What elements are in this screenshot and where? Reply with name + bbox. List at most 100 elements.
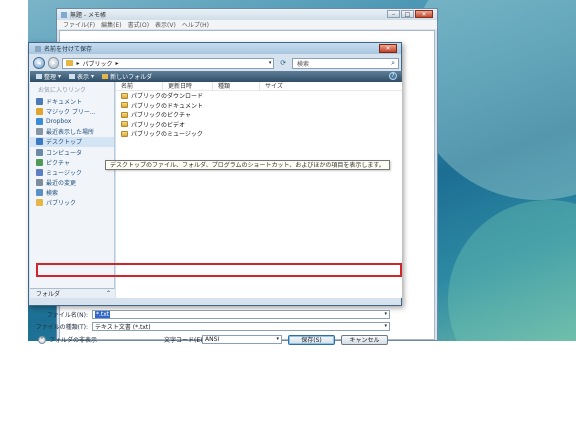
sidebar-item[interactable]: 検索 [30,188,114,198]
folder-icon [121,111,128,118]
sidebar-item[interactable]: Dropbox [30,116,114,126]
new-folder-button[interactable]: 新しいフォルダ [102,72,152,81]
folder-icon [121,121,128,128]
chevron-up-icon: ⌃ [105,290,111,297]
organize-icon [36,74,42,79]
folder-icon [121,92,128,99]
sidebar-item[interactable]: 最近表示した場所 [30,127,114,137]
help-icon[interactable]: ? [389,72,397,80]
address-bar[interactable]: ▸ パブリック ▸ ▾ [62,57,275,69]
cancel-button[interactable]: キャンセル [341,334,388,345]
chevron-up-icon: ⌃ [38,335,46,344]
address-separator: ▸ [76,59,80,67]
link-icon [36,128,43,136]
folders-toggle[interactable]: フォルダ ⌃ [30,288,115,298]
link-icon [36,189,43,197]
maximize-button[interactable]: □ [401,10,414,18]
link-icon [36,107,43,115]
list-item-label: パブリックのピクチャ [131,112,191,120]
column-header-modified[interactable]: 更新日時 [163,81,213,91]
sidebar-item-label: パブリック [46,200,77,208]
organize-button[interactable]: 整理 ▾ [36,72,61,81]
column-header-name[interactable]: 名前 [116,81,163,91]
chevron-down-icon[interactable]: ▾ [269,60,272,66]
forward-button[interactable]: ▸ [47,57,60,69]
wallpaper-swirl [448,200,576,341]
encoding-label: 文字コード(E): [164,337,205,344]
column-headers: 名前 更新日時 種類 サイズ [116,81,402,91]
filename-input[interactable]: *.txt ▾ [92,310,390,319]
chevron-down-icon[interactable]: ▾ [384,323,387,329]
sidebar-item-label: ピクチャ [46,159,70,167]
back-button[interactable]: ◂ [33,57,45,69]
folders-label: フォルダ [36,291,61,298]
new-folder-label: 新しいフォルダ [110,74,153,81]
chevron-down-icon[interactable]: ▾ [384,311,387,317]
file-list: パブリックのダウンロード パブリックのドキュメント パブリックのピクチャ パブリックの… [116,91,402,139]
chevron-down-icon[interactable]: ▾ [276,336,279,342]
notepad-title: 無題 - メモ帳 [70,12,106,19]
menu-edit[interactable]: 編集(E) [101,20,121,29]
sidebar-item[interactable]: ピクチャ [30,157,114,167]
link-icon [36,158,43,166]
list-item[interactable]: パブリックのミュージック [116,129,402,139]
sidebar-item[interactable]: ミュージック [30,167,114,177]
search-input[interactable]: 検索 ⌕ [291,57,399,69]
sidebar-item-label: 最近の変更 [46,180,77,188]
sidebar-item[interactable]: マジック ブリー... [30,106,114,116]
save-icon [35,45,41,52]
sidebar-item-label: 最近表示した場所 [46,129,95,137]
link-icon [36,138,43,146]
menu-file[interactable]: ファイル(F) [63,20,95,29]
search-placeholder: 検索 [296,60,309,68]
sidebar-item-label: ミュージック [46,169,82,177]
address-path[interactable]: パブリック [82,59,112,68]
sidebar-item-label: ドキュメント [46,98,83,106]
link-icon [36,117,43,125]
sidebar-item[interactable]: コンピュータ [30,147,114,157]
favorite-links-list: ドキュメントマジック ブリー... Dropbox 最近表示した場所 デスクトップ コン… [30,96,114,208]
search-icon[interactable]: ⌕ [391,59,395,68]
filetype-value: テキスト文書 (*.txt) [95,324,151,331]
list-item-label: パブリックのドキュメント [131,102,204,110]
folder-icon [121,102,128,109]
list-item[interactable]: パブリックのダウンロード [116,91,402,101]
dialog-close-button[interactable]: ✕ [379,44,397,53]
menu-view[interactable]: 表示(V) [155,20,176,29]
link-icon [36,179,43,187]
hide-folders-label: フォルダの非表示 [49,337,98,344]
list-item[interactable]: パブリックのピクチャ [116,110,402,120]
close-button[interactable]: ✕ [415,10,433,18]
refresh-icon[interactable]: ⟳ [277,58,289,69]
menu-help[interactable]: ヘルプ(H) [182,20,209,29]
sidebar-item[interactable]: デスクトップ [30,136,114,147]
organize-label: 整理 [44,74,57,81]
tooltip: デスクトップのファイル、フォルダ、プログラムのショートカット、およびほかの項目を… [105,160,390,170]
folder-icon [121,130,128,137]
new-folder-icon [102,74,109,79]
views-button[interactable]: 表示 ▾ [69,72,94,81]
sidebar-item[interactable]: 最近の変更 [30,178,114,188]
favorite-links-heading: お気に入りリンク [38,87,87,94]
save-button[interactable]: 保存(S) [288,334,335,345]
list-item[interactable]: パブリックのビデオ [116,120,402,130]
menu-format[interactable]: 書式(O) [128,20,149,29]
dialog-footer: ⌃ フォルダの非表示 文字コード(E): ANSI ▾ 保存(S) キャンセル [30,334,402,345]
list-item[interactable]: パブリックのドキュメント [116,101,402,111]
encoding-select[interactable]: ANSI ▾ [202,335,282,344]
hide-folders-button[interactable]: ⌃ フォルダの非表示 [38,335,97,344]
sidebar-item-label: マジック ブリー... [46,108,96,116]
sidebar-item-label: Dropbox [46,117,72,125]
filetype-row: ファイルの種類(T): テキスト文書 (*.txt) ▾ [30,321,402,332]
column-header-size[interactable]: サイズ [260,82,305,91]
sidebar-item-label: デスクトップ [46,139,83,147]
filename-value: *.txt [95,311,111,318]
link-icon [36,148,43,156]
column-header-type[interactable]: 種類 [213,81,260,91]
filetype-select[interactable]: テキスト文書 (*.txt) ▾ [92,322,390,331]
sidebar-item[interactable]: ドキュメント [30,96,114,106]
minimize-button[interactable]: – [387,10,400,18]
address-separator: ▸ [115,59,119,67]
sidebar-item[interactable]: パブリック [30,198,114,208]
list-item-label: パブリックのダウンロード [131,93,204,101]
